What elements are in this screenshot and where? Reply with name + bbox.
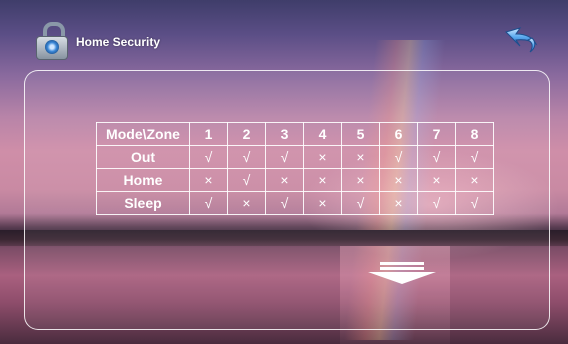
- zone-header: 8: [455, 122, 494, 146]
- zone-header: 6: [379, 122, 418, 146]
- zone-toggle[interactable]: ×: [303, 145, 342, 169]
- zone-toggle[interactable]: ×: [341, 168, 380, 192]
- lock-icon: [36, 22, 68, 62]
- zone-toggle[interactable]: ×: [189, 168, 228, 192]
- mode-label-out: Out: [96, 145, 190, 169]
- mode-label-home: Home: [96, 168, 190, 192]
- zone-toggle[interactable]: √: [417, 191, 456, 215]
- table-header-row: Mode\Zone 1 2 3 4 5 6 7 8: [96, 122, 494, 146]
- zone-toggle[interactable]: √: [265, 145, 304, 169]
- zone-header: 3: [265, 122, 304, 146]
- zone-toggle[interactable]: √: [379, 145, 418, 169]
- zone-header: 7: [417, 122, 456, 146]
- zone-toggle[interactable]: √: [417, 145, 456, 169]
- zone-toggle[interactable]: ×: [303, 191, 342, 215]
- zone-toggle[interactable]: ×: [417, 168, 456, 192]
- back-button[interactable]: [498, 24, 542, 56]
- mode-zone-table: Mode\Zone 1 2 3 4 5 6 7 8 Out √ √ √ × × …: [96, 122, 494, 215]
- zone-toggle[interactable]: √: [189, 145, 228, 169]
- zone-toggle[interactable]: ×: [455, 168, 494, 192]
- page-title: Home Security: [76, 35, 161, 49]
- scroll-down-button[interactable]: [366, 262, 438, 284]
- zone-toggle[interactable]: √: [227, 168, 266, 192]
- zone-header: 2: [227, 122, 266, 146]
- zone-toggle[interactable]: √: [455, 145, 494, 169]
- table-row: Out √ √ √ × × √ √ √: [96, 145, 494, 169]
- title-bar: Home Security: [36, 22, 160, 62]
- zone-toggle[interactable]: √: [189, 191, 228, 215]
- zone-toggle[interactable]: √: [265, 191, 304, 215]
- table-row: Home × √ × × × × × ×: [96, 168, 494, 192]
- zone-header: 5: [341, 122, 380, 146]
- zone-toggle[interactable]: ×: [341, 145, 380, 169]
- zone-header: 4: [303, 122, 342, 146]
- zone-toggle[interactable]: ×: [265, 168, 304, 192]
- zone-toggle[interactable]: √: [455, 191, 494, 215]
- table-row: Sleep √ × √ × √ × √ √: [96, 191, 494, 215]
- zone-toggle[interactable]: √: [227, 145, 266, 169]
- scroll-down-arrow-icon: [368, 262, 436, 284]
- mode-label-sleep: Sleep: [96, 191, 190, 215]
- zone-toggle[interactable]: ×: [379, 168, 418, 192]
- zone-header: 1: [189, 122, 228, 146]
- table-corner-label: Mode\Zone: [96, 122, 190, 146]
- back-arrow-icon: [505, 27, 538, 53]
- zone-toggle[interactable]: ×: [303, 168, 342, 192]
- zone-toggle[interactable]: ×: [379, 191, 418, 215]
- zone-toggle[interactable]: ×: [227, 191, 266, 215]
- zone-toggle[interactable]: √: [341, 191, 380, 215]
